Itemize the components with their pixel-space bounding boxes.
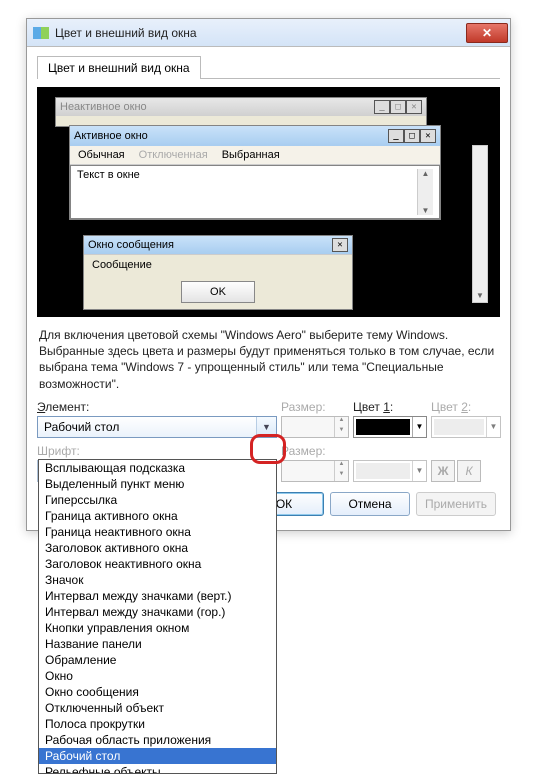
cancel-button[interactable]: Отмена [330, 492, 410, 516]
menu-disabled: Отключенная [139, 149, 208, 161]
label-color2: Цвет 2: [431, 400, 501, 414]
dropdown-item[interactable]: Интервал между значками (верт.) [39, 588, 276, 604]
preview-menu: Обычная Отключенная Выбранная [70, 146, 440, 165]
msgbox-ok-button: OK [181, 281, 255, 303]
element-combobox[interactable]: Рабочий стол ▼ [37, 416, 277, 438]
dropdown-item[interactable]: Заголовок неактивного окна [39, 556, 276, 572]
label-fontcolor [353, 444, 427, 458]
fontcolor-button: ▼ [353, 460, 427, 482]
dropdown-item[interactable]: Обрамление [39, 652, 276, 668]
element-dropdown-list[interactable]: Всплывающая подсказкаВыделенный пункт ме… [38, 459, 277, 774]
bold-button: Ж [431, 460, 455, 482]
dropdown-item[interactable]: Рабочий стол [39, 748, 276, 764]
preview-scrollbar [472, 145, 488, 303]
close-icon: ✕ [420, 129, 436, 143]
appearance-dialog: Цвет и внешний вид окна ✕ Цвет и внешний… [26, 18, 511, 531]
minimize-icon: _ [374, 100, 390, 114]
size-spinner[interactable]: ▲▼ [281, 416, 349, 438]
dropdown-item[interactable]: Заголовок активного окна [39, 540, 276, 556]
preview-messagebox: Окно сообщения ✕ Сообщение OK [83, 235, 353, 310]
chevron-down-icon: ▼ [256, 417, 276, 437]
dropdown-item[interactable]: Всплывающая подсказка [39, 460, 276, 476]
color1-button[interactable]: ▼ [353, 416, 427, 438]
tab-row: Цвет и внешний вид окна [37, 55, 500, 79]
color2-button: ▼ [431, 416, 501, 438]
dropdown-item[interactable]: Рабочая область приложения [39, 732, 276, 748]
dropdown-item[interactable]: Название панели [39, 636, 276, 652]
chevron-down-icon: ▼ [412, 417, 426, 437]
label-element: Элемент: [37, 400, 277, 414]
dialog-body: Цвет и внешний вид окна Неактивное окно … [27, 47, 510, 530]
chevron-down-icon: ▼ [486, 417, 500, 437]
apply-button[interactable]: Применить [416, 492, 496, 516]
app-icon [33, 27, 49, 39]
close-icon: ✕ [332, 238, 348, 252]
preview-active-window: Активное окно _ □ ✕ Обычная Отключенная … [69, 125, 441, 220]
dropdown-item[interactable]: Гиперссылка [39, 492, 276, 508]
scrollbar-icon [417, 169, 433, 215]
dropdown-item[interactable]: Интервал между значками (гор.) [39, 604, 276, 620]
maximize-icon: □ [390, 100, 406, 114]
title-text: Цвет и внешний вид окна [55, 26, 466, 40]
description-text: Для включения цветовой схемы "Windows Ae… [39, 327, 498, 392]
dropdown-item[interactable]: Окно сообщения [39, 684, 276, 700]
dropdown-item[interactable]: Рельефные объекты [39, 764, 276, 774]
textarea-text: Текст в окне [77, 169, 140, 215]
dropdown-item[interactable]: Значок [39, 572, 276, 588]
italic-button: К [457, 460, 481, 482]
maximize-icon: □ [404, 129, 420, 143]
preview-area: Неактивное окно _ □ ✕ Активное окно _ □ … [37, 87, 500, 317]
dropdown-item[interactable]: Граница неактивного окна [39, 524, 276, 540]
dropdown-item[interactable]: Граница активного окна [39, 508, 276, 524]
label-size: Размер: [281, 400, 349, 414]
minimize-icon: _ [388, 129, 404, 143]
label-size2: Размер: [281, 444, 349, 458]
menu-selected: Выбранная [222, 149, 280, 161]
dropdown-item[interactable]: Кнопки управления окном [39, 620, 276, 636]
label-font: Шрифт: [37, 444, 277, 458]
label-color1: Цвет 1: [353, 400, 427, 414]
color-swatch [434, 419, 484, 435]
active-title-text: Активное окно [74, 130, 148, 142]
close-icon: ✕ [482, 26, 492, 40]
combo-value: Рабочий стол [38, 417, 256, 437]
fontsize-spinner: ▲▼ [281, 460, 349, 482]
close-icon: ✕ [406, 100, 422, 114]
dropdown-item[interactable]: Выделенный пункт меню [39, 476, 276, 492]
titlebar: Цвет и внешний вид окна ✕ [27, 19, 510, 47]
menu-normal: Обычная [78, 149, 125, 161]
color-swatch [356, 419, 410, 435]
dropdown-item[interactable]: Отключенный объект [39, 700, 276, 716]
inactive-title-text: Неактивное окно [60, 101, 147, 113]
dropdown-item[interactable]: Полоса прокрутки [39, 716, 276, 732]
preview-textarea: Текст в окне [70, 165, 440, 219]
msgbox-body: Сообщение [84, 254, 352, 275]
dropdown-item[interactable]: Окно [39, 668, 276, 684]
tab-appearance[interactable]: Цвет и внешний вид окна [37, 56, 201, 79]
close-button[interactable]: ✕ [466, 23, 508, 43]
preview-inactive-window: Неактивное окно _ □ ✕ [55, 97, 427, 127]
msgbox-title: Окно сообщения [88, 239, 174, 251]
